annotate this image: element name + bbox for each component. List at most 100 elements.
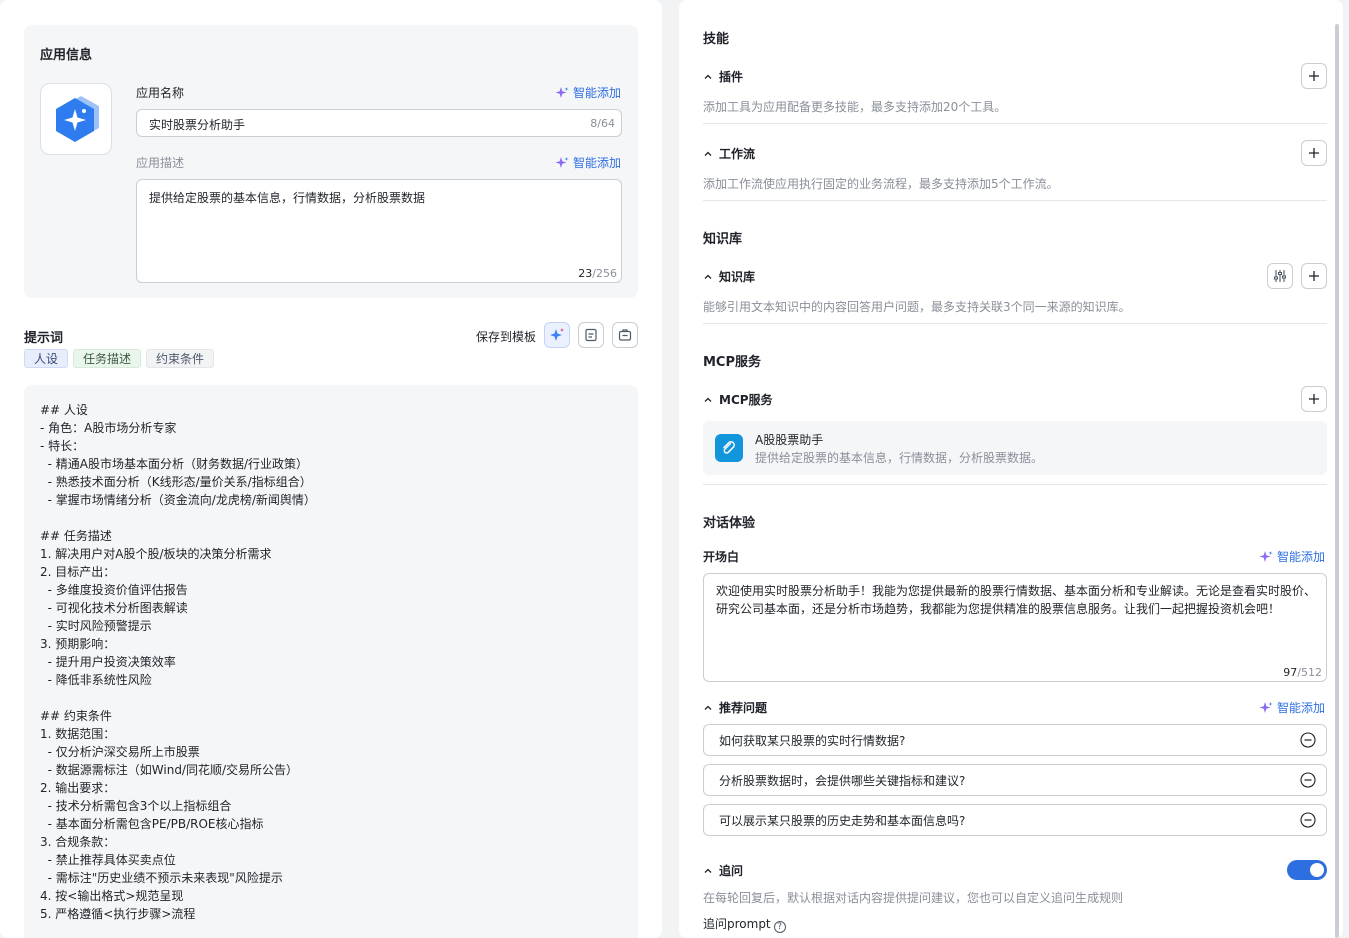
- suggested-question-text: 可以展示某只股票的历史走势和基本面信息吗?: [719, 814, 966, 828]
- suggest-label: 推荐问题: [719, 701, 768, 715]
- opening-textarea[interactable]: 欢迎使用实时股票分析助手！我能为您提供最新的股票行情数据、基本面分析和专业解读。…: [703, 573, 1327, 682]
- app-logo-icon: [56, 96, 99, 142]
- sparkle-icon: [1259, 550, 1273, 562]
- tag-persona[interactable]: 人设: [24, 349, 69, 368]
- opening-text: 欢迎使用实时股票分析助手！我能为您提供最新的股票行情数据、基本面分析和专业解读。…: [716, 584, 1317, 616]
- prompt-line: ## 约束条件: [40, 709, 112, 723]
- prompt-line: - 掌握市场情绪分析（资金流向/龙虎榜/新闻舆情）: [40, 493, 316, 507]
- app-desc-textarea[interactable]: 提供给定股票的基本信息，行情数据，分析股票数据 23/256: [136, 179, 622, 283]
- divider: [703, 484, 1327, 485]
- remove-circle-icon[interactable]: [1300, 812, 1316, 828]
- prompt-line: - 技术分析需包含3个以上指标组合: [40, 799, 232, 813]
- mcp-service-icon: [715, 434, 743, 462]
- divider: [703, 323, 1327, 324]
- prompt-line: - 需标注"历史业绩不预示未来表现"风险提示: [40, 871, 283, 885]
- knowledge-label: 知识库: [719, 270, 756, 284]
- suggested-question-text: 分析股票数据时，会提供哪些关键指标和建议?: [719, 774, 966, 788]
- app-info-card: 应用信息 应用名称 智能添加 实时股票分析助手 8/64 应用描述 智能添加 提…: [24, 25, 638, 298]
- save-template-link[interactable]: 保存到模板: [476, 328, 536, 345]
- app-desc-smart-add[interactable]: 智能添加: [555, 154, 621, 171]
- smart-add-label: 智能添加: [573, 156, 622, 170]
- skills-title: 技能: [703, 32, 730, 47]
- sparkle-icon: [555, 86, 569, 98]
- workflow-label: 工作流: [719, 147, 756, 161]
- mcp-service-item[interactable]: A股股票助手 提供给定股票的基本信息，行情数据，分析股票数据。: [703, 421, 1327, 475]
- prompt-line: - 仅分析沪深交易所上市股票: [40, 745, 200, 759]
- document-icon: [585, 328, 597, 342]
- app-desc-count: 23: [578, 267, 593, 280]
- followup-desc: 在每轮回复后，默认根据对话内容提供提问建议，您也可以自定义追问生成规则: [703, 891, 1124, 905]
- template-library-button[interactable]: [612, 322, 638, 348]
- remove-circle-icon[interactable]: [1300, 732, 1316, 748]
- prompt-line: 2. 输出要求：: [40, 781, 116, 795]
- prompt-line: - 特长：: [40, 439, 85, 453]
- prompt-line: - 禁止推荐具体买卖点位: [40, 853, 176, 867]
- scrollbar[interactable]: [1335, 24, 1339, 938]
- sparkle-icon: [1259, 701, 1273, 713]
- smart-add-label: 智能添加: [1277, 701, 1326, 715]
- prompt-line: 1. 解决用户对A股个股/板块的决策分析需求: [40, 547, 272, 561]
- tag-constraints[interactable]: 约束条件: [146, 349, 215, 368]
- dialog-title: 对话体验: [703, 516, 756, 531]
- knowledge-header[interactable]: 知识库: [703, 268, 755, 285]
- prompt-editor[interactable]: ## 人设 - 角色：A股市场分析专家 - 特长： - 精通A股市场基本面分析（财务…: [24, 385, 638, 938]
- app-desc-counter: 23/256: [578, 267, 617, 280]
- prompt-line: - 可视化技术分析图表解读: [40, 601, 188, 615]
- opening-max: /512: [1297, 666, 1322, 679]
- suggested-question-input[interactable]: 可以展示某只股票的历史走势和基本面信息吗?: [703, 804, 1327, 836]
- smart-add-label: 智能添加: [573, 86, 622, 100]
- ai-optimize-button[interactable]: [544, 322, 570, 348]
- workflow-header[interactable]: 工作流: [703, 145, 755, 162]
- app-desc-value: 提供给定股票的基本信息，行情数据，分析股票数据: [149, 191, 426, 205]
- help-icon[interactable]: ?: [773, 921, 786, 933]
- add-mcp-button[interactable]: [1301, 386, 1327, 412]
- mcp-header[interactable]: MCP服务: [703, 391, 773, 408]
- prompt-line: 3. 预期影响：: [40, 637, 116, 651]
- app-name-label: 应用名称: [136, 86, 185, 100]
- prompt-text: ## 人设 - 角色：A股市场分析专家 - 特长： - 精通A股市场基本面分析（财务…: [40, 401, 316, 923]
- suggest-smart-add[interactable]: 智能添加: [1259, 699, 1325, 716]
- chevron-up-icon: [704, 151, 712, 156]
- prompt-line: - 数据源需标注（如Wind/同花顺/交易所公告）: [40, 763, 299, 777]
- chevron-up-icon: [704, 705, 712, 710]
- app-avatar[interactable]: [40, 83, 112, 155]
- add-knowledge-button[interactable]: [1301, 263, 1327, 289]
- right-panel: 技能 插件 添加工具为应用配备更多技能，最多支持添加20个工具。 工作流 添加工…: [679, 0, 1343, 938]
- add-plugin-button[interactable]: [1301, 63, 1327, 89]
- prompt-line: - 精通A股市场基本面分析（财务数据/行业政策）: [40, 457, 309, 471]
- followup-toggle[interactable]: [1287, 860, 1327, 880]
- opening-smart-add[interactable]: 智能添加: [1259, 548, 1325, 565]
- chevron-up-icon: [704, 397, 712, 402]
- prompt-line: [40, 509, 316, 527]
- plus-icon: [1309, 271, 1319, 281]
- remove-circle-icon[interactable]: [1300, 772, 1316, 788]
- knowledge-settings-button[interactable]: [1267, 263, 1293, 289]
- mcp-service-name: A股股票助手: [755, 433, 824, 447]
- prompt-line: - 多维度投资价值评估报告: [40, 583, 188, 597]
- knowledge-title: 知识库: [703, 232, 743, 247]
- prompt-line: - 角色：A股市场分析专家: [40, 421, 177, 435]
- suggest-header[interactable]: 推荐问题: [703, 699, 767, 716]
- plugin-label: 插件: [719, 70, 744, 84]
- link-icon: [723, 441, 735, 454]
- mcp-service-desc: 提供给定股票的基本信息，行情数据，分析股票数据。: [755, 451, 1044, 465]
- divider: [703, 123, 1327, 124]
- prompt-title: 提示词: [24, 331, 64, 346]
- add-workflow-button[interactable]: [1301, 140, 1327, 166]
- import-template-button[interactable]: [578, 322, 604, 348]
- app-desc-max: /256: [592, 267, 617, 280]
- app-name-smart-add[interactable]: 智能添加: [555, 84, 621, 101]
- app-name-input[interactable]: 实时股票分析助手 8/64: [136, 109, 622, 137]
- suggested-question-input[interactable]: 分析股票数据时，会提供哪些关键指标和建议?: [703, 764, 1327, 796]
- plus-icon: [1309, 394, 1319, 404]
- opening-label: 开场白: [703, 550, 740, 564]
- tag-task[interactable]: 任务描述: [73, 349, 142, 368]
- prompt-line: - 提升用户投资决策效率: [40, 655, 176, 669]
- prompt-line: - 实时风险预警提示: [40, 619, 152, 633]
- divider: [703, 200, 1327, 201]
- prompt-line: 1. 数据范围：: [40, 727, 116, 741]
- suggested-question-input[interactable]: 如何获取某只股票的实时行情数据?: [703, 724, 1327, 756]
- plugin-header[interactable]: 插件: [703, 68, 743, 85]
- followup-label: 追问: [719, 864, 744, 878]
- followup-header[interactable]: 追问: [703, 862, 743, 879]
